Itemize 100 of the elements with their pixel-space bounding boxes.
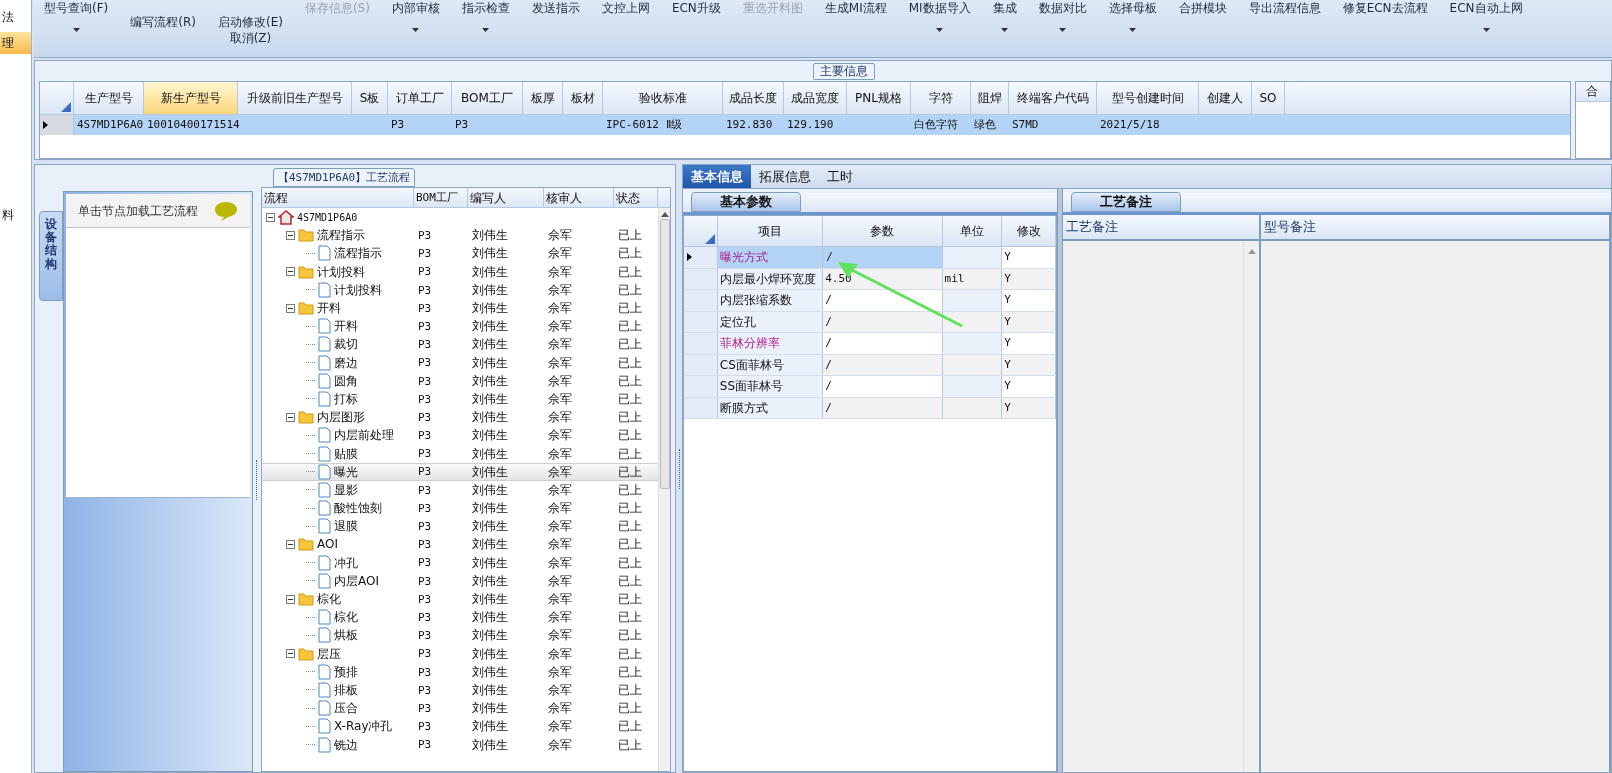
toolbar-button[interactable]: 型号查询(F)	[40, 0, 113, 16]
column-header[interactable]: 板厚	[523, 82, 563, 114]
column-header[interactable]: 板材	[563, 82, 603, 114]
table-row[interactable]: SS面菲林号 / Y	[684, 376, 1056, 398]
sidebar-item[interactable]: 料	[0, 204, 31, 226]
column-header[interactable]: 修改	[1002, 216, 1056, 246]
table-row[interactable]: 曝光方式 / Y	[684, 247, 1056, 269]
table-row[interactable]: CS面菲林号 / Y	[684, 354, 1056, 376]
column-header[interactable]: BOM工厂	[414, 188, 468, 207]
dropdown-caret-icon[interactable]	[1482, 28, 1490, 32]
dropdown-caret-icon[interactable]	[1059, 28, 1067, 32]
column-header[interactable]: 成品长度	[723, 82, 784, 114]
tree-row[interactable]: 层压 P3 刘伟生 佘军 已上	[262, 644, 658, 663]
column-header[interactable]: 字符	[911, 82, 971, 114]
column-header[interactable]: 单位	[942, 216, 1003, 246]
tree-row[interactable]: 内层图形 P3 刘伟生 佘军 已上	[262, 408, 658, 427]
toolbar-button[interactable]: 取消(Z)	[225, 30, 276, 46]
tree-row[interactable]: 开料 P3 刘伟生 佘军 已上	[262, 317, 658, 336]
toolbar-button[interactable]: 指示检查	[457, 0, 514, 16]
toolbar-button[interactable]: 修复ECN去流程	[1338, 0, 1432, 16]
sub-tab[interactable]: 基本参数	[691, 192, 801, 212]
tree-row[interactable]: AOI P3 刘伟生 佘军 已上	[262, 535, 658, 554]
tree-row[interactable]: 计划投料 P3 刘伟生 佘军 已上	[262, 262, 658, 281]
column-header[interactable]: 编写人	[468, 188, 544, 207]
toolbar-button[interactable]: 启动修改(E)	[213, 14, 287, 30]
collapse-toggle[interactable]	[286, 412, 295, 422]
sidebar-item[interactable]: 理	[0, 32, 31, 54]
tree-row[interactable]: 流程指示 P3 刘伟生 佘军 已上	[262, 244, 658, 263]
column-header[interactable]: SO	[1252, 82, 1285, 114]
collapse-toggle[interactable]	[286, 230, 295, 240]
collapse-toggle[interactable]	[286, 303, 295, 313]
tree-row[interactable]: 内层AOI P3 刘伟生 佘军 已上	[262, 571, 658, 590]
column-header[interactable]: 参数	[823, 216, 943, 246]
tree-row[interactable]: 排板 P3 刘伟生 佘军 已上	[262, 680, 658, 700]
tree-row[interactable]: 冲孔 P3 刘伟生 佘军 已上	[262, 553, 658, 572]
table-row[interactable]: 4S7MD1P6A0 10010400171514 P3 P3 IPC-6012 Ⅱ级 192.830 129.190 白色字符 绿色 S7MD 2021/5/18	[40, 115, 1570, 135]
collapse-toggle[interactable]	[286, 267, 295, 277]
tree-row[interactable]: 酸性蚀刻 P3 刘伟生 佘军 已上	[262, 499, 658, 518]
column-header[interactable]: 流程	[262, 188, 414, 207]
tree-row[interactable]: 磨边 P3 刘伟生 佘军 已上	[262, 353, 658, 372]
toolbar-button[interactable]: 集成	[988, 0, 1021, 16]
toolbar-button[interactable]: 发送指示	[527, 0, 584, 16]
column-header[interactable]: 验收标准	[603, 82, 723, 114]
tab[interactable]: 拓展信息	[751, 165, 819, 188]
column-header[interactable]: 状态	[614, 188, 658, 207]
vertical-tab[interactable]: 设备结构	[39, 211, 63, 301]
tree-row[interactable]: 退膜 P3 刘伟生 佘军 已上	[262, 517, 658, 536]
toolbar-button[interactable]: 内部审核	[387, 0, 444, 16]
dropdown-caret-icon[interactable]	[482, 28, 490, 32]
column-header[interactable]: 订单工厂	[388, 82, 452, 114]
panel-title-tab[interactable]: 【4S7MD1P6A0】工艺流程	[273, 168, 416, 187]
column-header[interactable]: 成品宽度	[784, 82, 847, 114]
tab[interactable]: 基本信息	[683, 165, 751, 188]
tree-row[interactable]: 棕化 P3 刘伟生 佘军 已上	[262, 608, 658, 627]
tab[interactable]: 工时	[819, 165, 861, 188]
toolbar-button[interactable]: ECN自动上网	[1445, 0, 1527, 16]
column-header[interactable]: PNL规格	[847, 82, 911, 114]
toolbar-button[interactable]: 导出流程信息	[1244, 0, 1325, 16]
table-row[interactable]: 菲林分辨率 / Y	[684, 333, 1056, 355]
column-header[interactable]: 项目	[717, 216, 824, 246]
tree-row[interactable]: 曝光 P3 刘伟生 佘军 已上	[262, 462, 658, 481]
tree-row[interactable]: 计划投料 P3 刘伟生 佘军 已上	[262, 280, 658, 299]
tree-row[interactable]: 显影 P3 刘伟生 佘军 已上	[262, 480, 658, 499]
tree-row[interactable]: 烘板 P3 刘伟生 佘军 已上	[262, 626, 658, 645]
dropdown-caret-icon[interactable]	[936, 28, 944, 32]
column-header[interactable]: 创建人	[1199, 82, 1252, 114]
toolbar-button[interactable]: ECN升级	[667, 0, 725, 16]
tree-row[interactable]: 流程指示 P3 刘伟生 佘军 已上	[262, 226, 658, 245]
tree-row[interactable]: 内层前处理 P3 刘伟生 佘军 已上	[262, 426, 658, 445]
column-header[interactable]: 终端客户代码	[1009, 82, 1097, 114]
column-header[interactable]: BOM工厂	[452, 82, 523, 114]
dropdown-caret-icon[interactable]	[412, 28, 420, 32]
sidebar-item[interactable]: 法	[0, 6, 31, 28]
tree-row[interactable]: X-Ray冲孔 P3 刘伟生 佘军 已上	[262, 717, 658, 736]
tree-row[interactable]: 贴膜 P3 刘伟生 佘军 已上	[262, 444, 658, 463]
tree-row[interactable]: 预排 P3 刘伟生 佘军 已上	[262, 662, 658, 681]
collapse-toggle[interactable]	[266, 212, 275, 222]
dropdown-caret-icon[interactable]	[1129, 28, 1137, 32]
tree-row[interactable]: 开料 P3 刘伟生 佘军 已上	[262, 298, 658, 318]
column-header[interactable]: 阻焊	[971, 82, 1009, 114]
dropdown-caret-icon[interactable]	[1001, 28, 1009, 32]
table-row[interactable]: 断膜方式 / Y	[684, 397, 1056, 419]
toolbar-button[interactable]: MI数据导入	[904, 0, 975, 16]
column-header[interactable]: S板	[352, 82, 388, 114]
sub-tab[interactable]: 工艺备注	[1071, 192, 1181, 212]
dropdown-caret-icon[interactable]	[72, 28, 80, 32]
tree-row[interactable]: 圆角 P3 刘伟生 佘军 已上	[262, 371, 658, 390]
table-row[interactable]: 内层张缩系数 / Y	[684, 290, 1056, 312]
column-header[interactable]: 核审人	[544, 188, 614, 207]
collapse-toggle[interactable]	[286, 539, 295, 549]
vertical-scrollbar[interactable]	[658, 208, 670, 771]
toolbar-button[interactable]: 生成MI流程	[820, 0, 891, 16]
column-header[interactable]: 型号创建时间	[1097, 82, 1199, 114]
collapse-toggle[interactable]	[286, 649, 295, 659]
toolbar-button[interactable]: 合拼模块	[1174, 0, 1231, 16]
toolbar-button[interactable]: 文控上网	[597, 0, 654, 16]
tree-row[interactable]: 4S7MD1P6A0	[262, 208, 658, 227]
collapse-toggle[interactable]	[286, 594, 295, 604]
tree-row[interactable]: 压合 P3 刘伟生 佘军 已上	[262, 699, 658, 718]
scroll-up-icon[interactable]	[660, 212, 669, 217]
